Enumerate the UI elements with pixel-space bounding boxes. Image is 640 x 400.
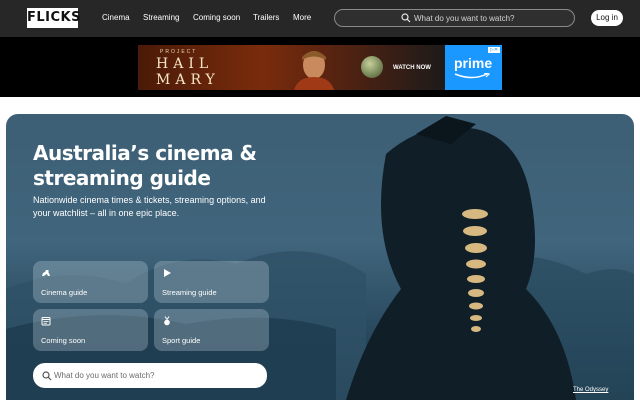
ad-info-icon[interactable]: ▷✕: [488, 47, 500, 53]
calendar-icon: [41, 317, 51, 326]
sport-guide-label: Sport guide: [162, 336, 201, 345]
streaming-guide-tile[interactable]: Streaming guide: [154, 261, 269, 303]
image-credit-link[interactable]: The Odyssey: [573, 387, 608, 393]
search-icon: [401, 13, 411, 23]
ad-title-line-1: HAIL: [156, 56, 214, 72]
nav-streaming[interactable]: Streaming: [143, 13, 179, 23]
header-search-input[interactable]: What do you want to watch?: [334, 9, 575, 27]
coming-soon-label: Coming soon: [41, 336, 86, 345]
nav-coming-soon[interactable]: Coming soon: [193, 13, 240, 23]
streaming-guide-label: Streaming guide: [162, 288, 217, 297]
hero-search-placeholder: What do you want to watch?: [54, 371, 155, 380]
coming-soon-tile[interactable]: Coming soon: [33, 309, 148, 351]
nav-cinema[interactable]: Cinema: [102, 13, 130, 23]
hero-section: Australia’s cinema & streaming guide Nat…: [6, 114, 634, 400]
nav-more[interactable]: More: [293, 13, 311, 23]
header-search-placeholder: What do you want to watch?: [414, 14, 515, 23]
prime-wordmark: prime: [454, 55, 493, 71]
ad-project-text: PROJECT: [160, 49, 198, 55]
prime-smile-icon: [454, 73, 490, 79]
cinema-guide-tile[interactable]: Cinema guide: [33, 261, 148, 303]
hero-search-input[interactable]: What do you want to watch?: [33, 363, 267, 388]
medal-icon: [164, 316, 170, 326]
hero-subtitle: Nationwide cinema times & tickets, strea…: [33, 195, 266, 218]
cinema-guide-label: Cinema guide: [41, 288, 88, 297]
nav-trailers[interactable]: Trailers: [253, 13, 279, 23]
ad-planet-image: [361, 56, 383, 78]
flicks-logo[interactable]: FLICKS: [27, 8, 80, 28]
dinosaur-icon: [42, 270, 50, 276]
search-icon: [42, 371, 52, 381]
ad-actor-image: [294, 51, 334, 90]
play-icon: [164, 269, 171, 277]
hero-title: Australia’s cinema & streaming guide: [33, 141, 257, 190]
ad-title-line-2: MARY: [156, 72, 220, 88]
top-navigation-bar: FLICKS Cinema Streaming Coming soon Trai…: [0, 0, 640, 37]
sport-guide-tile[interactable]: Sport guide: [154, 309, 269, 351]
login-button[interactable]: Log in: [591, 10, 623, 26]
prime-video-logo[interactable]: ▷✕ prime: [445, 45, 502, 90]
ad-watch-now[interactable]: WATCH NOW: [386, 65, 438, 71]
